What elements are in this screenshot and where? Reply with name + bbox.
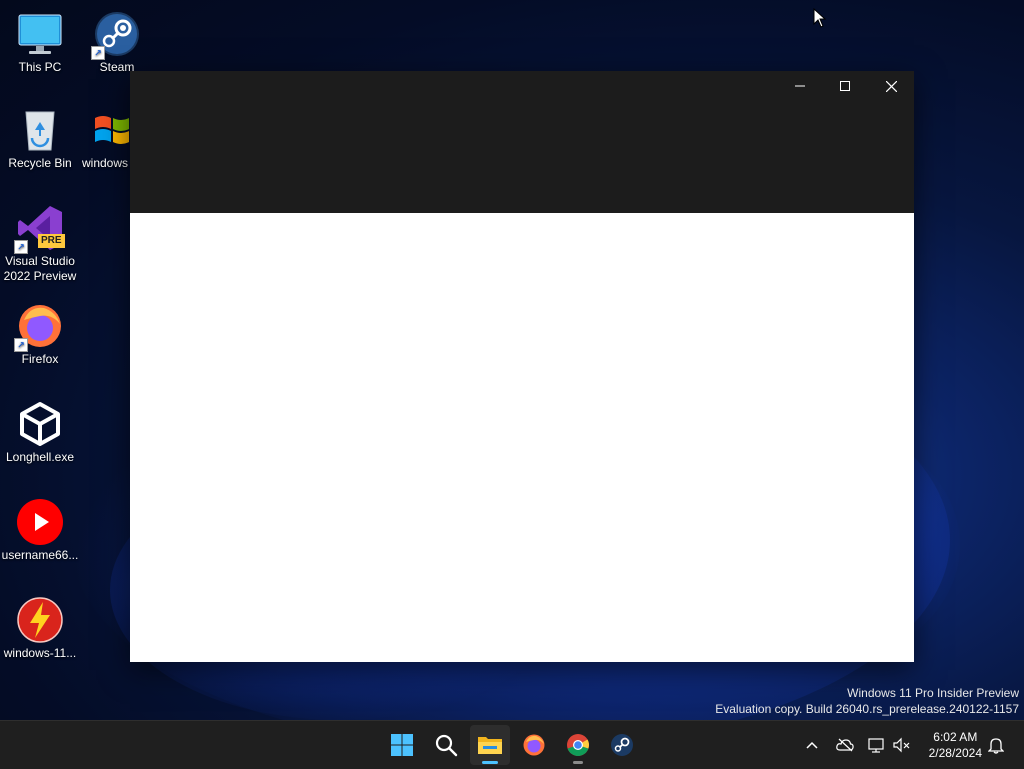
running-indicator	[482, 761, 498, 764]
taskbar: 6:02 AM 2/28/2024	[0, 720, 1024, 769]
watermark-line-1: Windows 11 Pro Insider Preview	[847, 686, 1019, 700]
maximize-icon	[840, 81, 850, 91]
clock-time: 6:02 AM	[933, 730, 978, 744]
desktop-icon-recycle-bin[interactable]: Recycle Bin	[0, 106, 80, 171]
tray-network-button[interactable]	[865, 721, 889, 769]
evaluation-watermark: Windows 11 Pro Insider Preview Evaluatio…	[715, 685, 1019, 717]
windows-logo-icon	[89, 106, 133, 154]
minimize-icon	[795, 85, 805, 87]
maximize-button[interactable]	[822, 71, 868, 101]
desktop-icon-this-pc[interactable]: This PC	[0, 10, 80, 75]
firefox-icon	[523, 734, 545, 756]
tray-volume-button[interactable]	[890, 721, 914, 769]
youtube-icon	[16, 498, 64, 546]
window-title-bar[interactable]	[130, 71, 914, 213]
volume-muted-icon	[893, 737, 910, 753]
app-window[interactable]	[130, 71, 914, 662]
steam-icon	[611, 734, 633, 756]
desktop-icon-youtube[interactable]: username66...	[0, 498, 80, 563]
desktop-icon-longhell[interactable]: Longhell.exe	[0, 400, 80, 465]
desktop-icon-windows-11[interactable]: windows-11...	[0, 596, 80, 661]
onedrive-icon	[836, 738, 854, 752]
network-icon	[868, 738, 884, 753]
chevron-up-icon	[806, 741, 818, 749]
recycle-bin-icon	[16, 106, 64, 154]
desktop-icon-visual-studio[interactable]: PRE ↗ Visual Studio 2022 Preview	[0, 204, 80, 284]
desktop-icon-label: This PC	[18, 60, 62, 74]
flash-icon	[16, 596, 64, 644]
taskbar-chrome-button[interactable]	[558, 725, 598, 765]
desktop-icon-label: Visual Studio 2022 Preview	[3, 254, 77, 283]
clock-date: 2/28/2024	[928, 746, 982, 760]
close-button[interactable]	[868, 71, 914, 101]
search-icon	[435, 734, 458, 757]
desktop-icon-label: username66...	[1, 548, 79, 562]
unity-icon	[16, 400, 64, 448]
monitor-icon	[16, 10, 64, 58]
desktop-icon-label: windows-11...	[3, 646, 77, 660]
notifications-button[interactable]	[984, 721, 1008, 769]
chrome-icon	[567, 734, 589, 756]
desktop-icon-windows[interactable]: windows	[71, 106, 133, 171]
mouse-cursor-icon	[813, 8, 827, 28]
desktop-icon-steam[interactable]: ↗ Steam	[77, 10, 157, 75]
bell-icon	[988, 738, 1004, 754]
minimize-button[interactable]	[777, 71, 823, 101]
pre-badge: PRE	[38, 234, 65, 248]
desktop-icon-label: windows	[82, 156, 129, 170]
taskbar-search-button[interactable]	[426, 725, 466, 765]
taskbar-clock[interactable]: 6:02 AM 2/28/2024	[929, 729, 982, 761]
steam-icon: ↗	[91, 10, 141, 60]
file-explorer-icon	[478, 737, 502, 754]
desktop-icon-firefox[interactable]: ↗ Firefox	[0, 302, 80, 367]
running-indicator	[573, 761, 583, 764]
desktop-icon-label: Firefox	[21, 352, 59, 366]
taskbar-start-button[interactable]	[382, 725, 422, 765]
shortcut-arrow-icon: ↗	[14, 338, 28, 352]
desktop-icon-label: Longhell.exe	[5, 450, 75, 464]
windows-start-icon	[391, 734, 413, 756]
shortcut-arrow-icon: ↗	[91, 46, 105, 60]
taskbar-file-explorer-button[interactable]	[470, 725, 510, 765]
watermark-line-2: Evaluation copy. Build 26040.rs_prerelea…	[715, 702, 1019, 716]
tray-overflow-button[interactable]	[800, 721, 824, 769]
shortcut-arrow-icon: ↗	[14, 240, 28, 254]
desktop-icon-label: Recycle Bin	[8, 156, 72, 170]
window-content[interactable]	[130, 213, 914, 662]
taskbar-steam-button[interactable]	[602, 725, 642, 765]
close-icon	[885, 80, 897, 92]
visual-studio-icon: PRE ↗	[14, 204, 65, 254]
taskbar-firefox-button[interactable]	[514, 725, 554, 765]
tray-onedrive-button[interactable]	[833, 721, 857, 769]
firefox-icon: ↗	[14, 302, 64, 352]
